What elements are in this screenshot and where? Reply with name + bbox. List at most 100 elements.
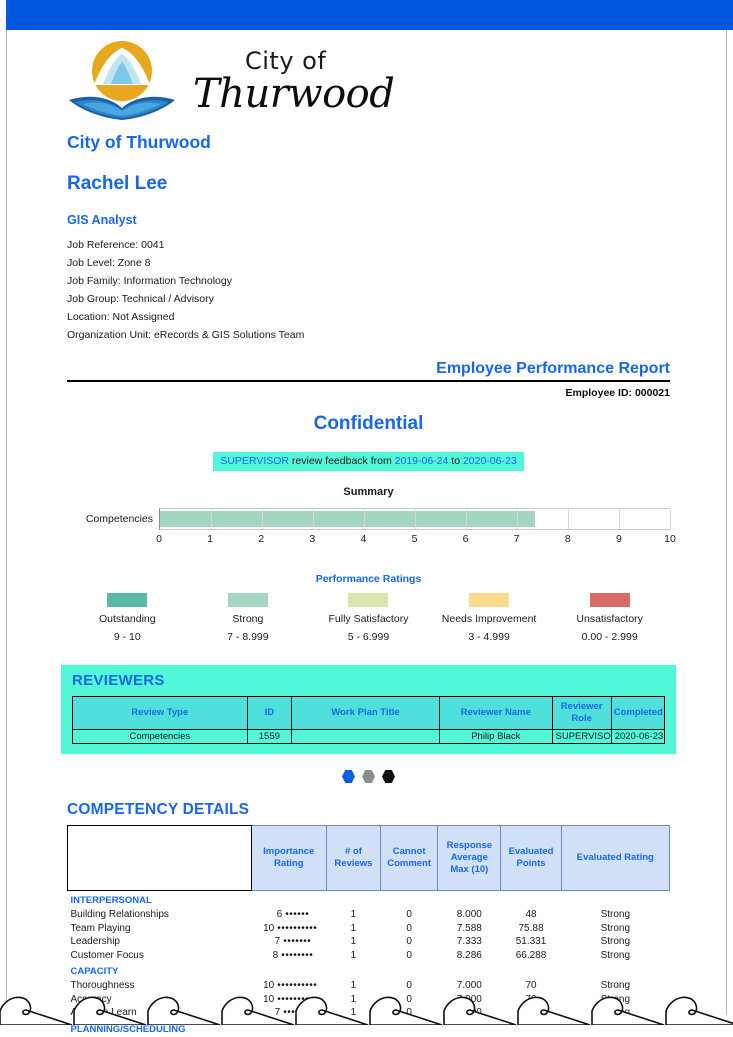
competency-column-header-line: Response <box>446 840 493 851</box>
page-dot-gray-icon[interactable] <box>362 770 375 783</box>
employee-detail-list: Job Reference: 0041 Job Level: Zone 8 Job … <box>67 236 670 344</box>
rating-swatch-icon <box>107 593 148 607</box>
confidential-label: Confidential <box>313 413 424 434</box>
competency-response-average: 8.000 <box>456 909 482 920</box>
competency-evaluated-points: 48 <box>525 909 537 920</box>
importance-dots-icon: ••••••• <box>283 936 312 947</box>
employee-field: Job Family: Information Technology <box>67 275 232 287</box>
chart-x-tick-label: 1 <box>207 533 214 545</box>
chart-bar-competencies <box>160 511 535 527</box>
competency-category-row: INTERPERSONAL <box>68 891 670 909</box>
rating-range: 0.00 - 2.999 <box>581 631 638 643</box>
page-dot-blue-icon[interactable] <box>342 770 355 783</box>
reviewers-table-body: Competencies1559 Philip BlackSUPERVISOR20… <box>72 729 666 744</box>
competency-importance-rating: 6 •••••• <box>251 908 326 922</box>
chart-category-label: Competencies <box>85 513 153 525</box>
competency-cannot-comment: 0 <box>406 909 412 920</box>
competency-column-header: Response Average Max (10) <box>437 825 502 891</box>
chart-gridline <box>670 509 671 529</box>
rating-range: 9 - 10 <box>113 631 141 643</box>
feedback-from-date: 2019-06-24 <box>394 455 449 467</box>
employee-job-title: GIS Analyst <box>67 213 137 227</box>
feedback-to-word: to <box>448 455 463 467</box>
employee-field: Job Group: Technical / Advisory <box>67 293 214 305</box>
reviewers-column-header: Work Plan Title <box>291 696 441 730</box>
competency-column-header-line: Cannot <box>392 846 426 857</box>
rating-swatch-icon <box>469 593 510 607</box>
ratings-legend-title: Performance Ratings <box>315 573 422 585</box>
organization-title: City of Thurwood <box>67 132 211 152</box>
rating-legend-item: Strong 7 - 8.999 <box>188 593 309 643</box>
employee-field: Job Reference: 0041 <box>67 239 165 251</box>
employee-id-label: Employee ID: 000021 <box>565 387 670 399</box>
torn-paper-edge <box>0 996 733 1025</box>
table-row: Leadership 7 ••••••• 1 0 7.333 51.331 Strong <box>68 935 670 949</box>
competency-importance-rating: 10 •••••••••• <box>251 922 326 936</box>
chart-gridline <box>262 509 263 529</box>
feedback-period-banner-wrap: SUPERVISOR review feedback from 2019-06-… <box>67 451 670 471</box>
importance-dots-icon: •••••••• <box>281 949 314 961</box>
chart-x-axis-ticks: 0 1 2 3 4 5 6 7 8 9 10 <box>156 533 676 549</box>
importance-value: 8 <box>272 949 279 961</box>
reviewer-role: SUPERVISOR <box>551 729 612 744</box>
competency-evaluated-rating: Strong <box>600 936 631 947</box>
employee-field: Location: Not Assigned <box>67 311 175 323</box>
competency-evaluated-rating: Strong <box>600 909 631 920</box>
chart-gridline <box>466 509 467 529</box>
chart-x-tick-label: 8 <box>564 533 571 545</box>
competency-column-header: Cannot Comment <box>380 825 439 891</box>
importance-dots-icon: •••••• <box>285 909 310 920</box>
competency-evaluated-points: 51.331 <box>515 936 547 947</box>
competency-column-header-line: Max (10) <box>450 864 489 875</box>
reviewers-table: Review Type ID Work Plan Title Reviewer Nam… <box>72 696 666 744</box>
app-top-bar <box>6 0 733 30</box>
chart-x-tick-label: 2 <box>258 533 265 545</box>
reviewer-id: 1559 <box>246 729 293 744</box>
competency-column-header-line: Comment <box>387 858 432 869</box>
chart-plot-area <box>159 508 671 530</box>
chart-gridline <box>415 509 416 529</box>
competency-evaluated-rating: Strong <box>600 949 631 961</box>
rating-swatch-icon <box>589 593 630 607</box>
competency-details-heading: COMPETENCY DETAILS <box>67 801 250 818</box>
competency-category-label: INTERPERSONAL <box>70 895 152 906</box>
importance-value: 7 <box>274 936 281 947</box>
chart-x-tick-label: 0 <box>156 533 162 545</box>
competency-importance-rating: 8 •••••••• <box>251 949 326 963</box>
competency-column-header-line: Importance <box>263 846 315 857</box>
competency-column-header-line: Average <box>450 852 488 863</box>
rating-label: Outstanding <box>98 613 156 625</box>
rating-label: Needs Improvement <box>441 613 537 625</box>
chart-axis: 0 1 2 3 4 5 6 7 8 9 10 <box>67 533 676 549</box>
competency-name: Customer Focus <box>70 949 144 961</box>
reviewers-column-header: ID <box>246 696 293 730</box>
page-indicator-dots[interactable] <box>67 770 670 783</box>
competency-importance-rating: 7••••••• <box>251 935 326 949</box>
chart-x-tick-label: 10 <box>664 533 676 545</box>
title-divider <box>67 380 670 382</box>
feedback-mid-text: review feedback from <box>289 455 395 467</box>
reviewers-column-header: Review Type <box>72 696 248 730</box>
table-row: Building Relationships 6 •••••• 1 0 8.000 48 St… <box>68 908 670 922</box>
importance-dots-icon: •••••••••• <box>277 922 318 934</box>
competency-category-row: CAPACITY <box>68 962 670 979</box>
chart-title: Summary <box>343 486 394 498</box>
competency-column-header: Importance Rating <box>250 825 327 891</box>
reviewers-column-header: Completed <box>610 696 666 730</box>
rating-range: 7 - 8.999 <box>227 631 269 643</box>
competency-column-header-line: Points <box>516 858 546 869</box>
page-title: Employee Performance Report <box>436 360 670 377</box>
ratings-legend: Outstanding 9 - 10 Strong 7 - 8.999 Fully Sa… <box>67 593 670 643</box>
competency-response-average: 7.333 <box>456 936 482 947</box>
competency-name: Team Playing <box>70 922 131 934</box>
logo-city-name-text: Thurwood <box>193 71 395 117</box>
rating-label: Strong <box>232 613 264 625</box>
reviewers-column-header: Reviewer Role <box>551 696 612 730</box>
page-dot-black-icon[interactable] <box>382 770 395 783</box>
logo-city-of-text: City of <box>245 47 327 75</box>
competency-evaluated-rating: Strong <box>600 922 631 934</box>
competency-table-header-row: Importance Rating # of Reviews Cannot Comment… <box>67 825 671 891</box>
feedback-to-date: 2020-06-23 <box>462 455 517 467</box>
chart-x-tick-label: 6 <box>462 533 469 545</box>
employee-name: Rachel Lee <box>67 173 168 194</box>
